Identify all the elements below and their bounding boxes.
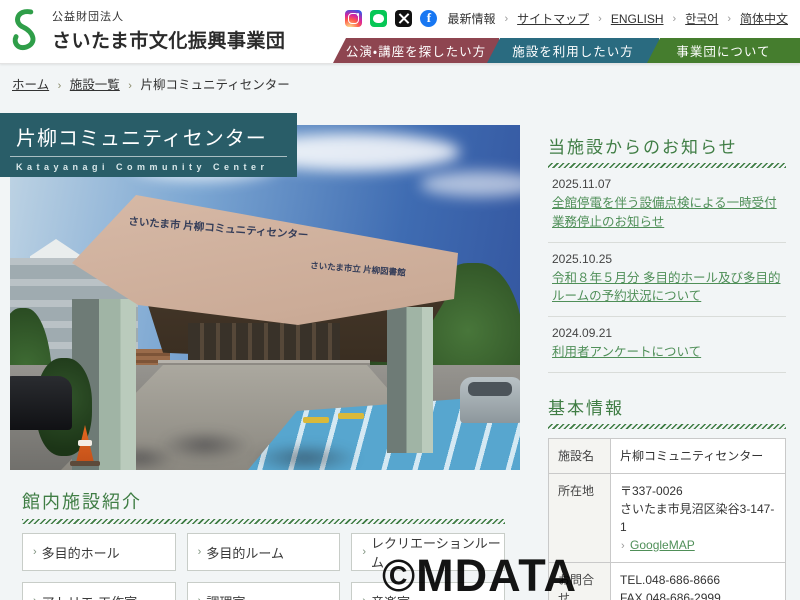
photo-pillar <box>387 307 433 453</box>
main-nav: 公演・講座を探したい方 施設を利用したい方 事業団について <box>0 38 800 63</box>
chevron-icon: › <box>362 595 366 600</box>
news-date: 2024.09.21 <box>552 326 786 340</box>
facility-label: アトリエ・工作室 <box>42 592 137 600</box>
watermark: ©MDATA <box>382 550 577 600</box>
link-korean[interactable]: 한국어 <box>685 10 718 27</box>
news-date: 2025.10.25 <box>552 252 786 266</box>
table-row: 所在地 〒337-0026 さいたま市見沼区染谷3-147-1 › Google… <box>549 473 786 563</box>
chevron-icon: › <box>198 546 202 558</box>
info-value: 片柳コミュニティセンター <box>611 438 786 473</box>
google-map-link[interactable]: GoogleMAP <box>630 538 695 552</box>
facebook-icon[interactable]: f <box>420 10 437 27</box>
news-link[interactable]: 利用者アンケートについて <box>552 343 786 362</box>
page-title: 片柳コミュニティセンター <box>0 113 297 156</box>
facility-link-cooking-room[interactable]: › 調理室 <box>187 582 341 600</box>
facility-link-atelier[interactable]: › アトリエ・工作室 <box>22 582 176 600</box>
photo-wheel-stop <box>338 413 364 419</box>
phone-number: TEL.048-686-8666 <box>620 571 776 589</box>
photo-entrance-doors <box>188 323 340 363</box>
facility-label: 調理室 <box>206 592 245 600</box>
instagram-icon[interactable] <box>345 10 362 27</box>
photo-car <box>10 376 72 430</box>
news-heading: 当施設からのお知らせ <box>548 133 786 158</box>
table-row: 施設名 片柳コミュニティセンター <box>549 438 786 473</box>
chevron-icon: › <box>621 540 625 552</box>
news-item: 2024.09.21 利用者アンケートについて <box>548 317 786 373</box>
link-chinese[interactable]: 简体中文 <box>740 10 788 27</box>
section-divider <box>548 424 786 429</box>
site-header: 公益財団法人 さいたま市文化振興事業団 f 最新情報 › サイトマップ › EN… <box>0 0 800 64</box>
basic-info-table: 施設名 片柳コミュニティセンター 所在地 〒337-0026 さいたま市見沼区染… <box>548 438 786 600</box>
nav-tab-facilities[interactable]: 施設を利用したい方 <box>487 38 659 63</box>
info-label: 施設名 <box>549 438 611 473</box>
sidebar: 当施設からのお知らせ 2025.11.07 全館停電を伴う設備点検による一時受付… <box>548 133 786 600</box>
link-latest-news[interactable]: 最新情報 <box>447 10 495 27</box>
news-item: 2025.11.07 全館停電を伴う設備点検による一時受付業務停止のお知らせ <box>548 168 786 243</box>
facility-link-multipurpose-room[interactable]: › 多目的ルーム <box>187 533 341 571</box>
photo-traffic-cone-band <box>78 440 92 446</box>
breadcrumb-facility-list[interactable]: 施設一覧 <box>70 78 120 92</box>
breadcrumb: ホーム › 施設一覧 › 片柳コミュニティセンター <box>12 74 290 93</box>
chevron-icon: › <box>33 546 37 558</box>
x-twitter-icon[interactable] <box>395 10 412 27</box>
chevron-icon: › <box>362 546 366 558</box>
chevron-separator-icon: › <box>673 13 677 25</box>
chevron-icon: › <box>198 595 202 600</box>
nav-tab-about[interactable]: 事業団について <box>647 38 800 63</box>
photo-wheel-stop <box>303 417 329 423</box>
page-title-english: Katayanagi Community Center <box>0 157 297 172</box>
line-icon[interactable] <box>370 10 387 27</box>
photo-traffic-cone-base <box>70 461 100 466</box>
news-date: 2025.11.07 <box>552 177 786 191</box>
info-value: 〒337-0026 さいたま市見沼区染谷3-147-1 › GoogleMAP <box>611 473 786 563</box>
chevron-separator-icon: › <box>598 13 602 25</box>
link-sitemap[interactable]: サイトマップ <box>517 10 589 27</box>
facilities-heading: 館内施設紹介 <box>22 488 505 514</box>
link-english[interactable]: ENGLISH <box>611 12 664 26</box>
org-type-label: 公益財団法人 <box>52 8 285 24</box>
chevron-separator-icon: › <box>727 13 731 25</box>
facility-label: 多目的ホール <box>42 543 120 562</box>
facility-label: 多目的ルーム <box>206 543 284 562</box>
table-row: お問合せ TEL.048-686-8666 FAX.048-686-2999 ›… <box>549 563 786 600</box>
breadcrumb-home[interactable]: ホーム <box>12 78 49 92</box>
news-item: 2025.10.25 令和８年５月分 多目的ホール及び多目的ルームの予約状況につ… <box>548 243 786 318</box>
info-value: TEL.048-686-8666 FAX.048-686-2999 › お問合せ… <box>611 563 786 600</box>
nav-tab-performances[interactable]: 公演・講座を探したい方 <box>333 38 499 63</box>
facility-link-multipurpose-hall[interactable]: › 多目的ホール <box>22 533 176 571</box>
chevron-icon: › <box>33 595 37 600</box>
fax-number: FAX.048-686-2999 <box>620 589 776 600</box>
news-link[interactable]: 令和８年５月分 多目的ホール及び多目的ルームの予約状況について <box>552 269 786 307</box>
photo-shadow <box>250 443 360 470</box>
page-title-banner: 片柳コミュニティセンター Katayanagi Community Center <box>0 113 297 177</box>
chevron-separator-icon: › <box>128 80 132 92</box>
photo-car <box>460 377 520 423</box>
postal-code: 〒337-0026 <box>620 482 776 500</box>
address-line: さいたま市見沼区染谷3-147-1 <box>620 500 776 536</box>
chevron-separator-icon: › <box>58 80 62 92</box>
basic-info-heading: 基本情報 <box>548 394 786 419</box>
section-divider <box>22 519 505 524</box>
utility-nav: f 最新情報 › サイトマップ › ENGLISH › 한국어 › 简体中文 <box>345 10 788 27</box>
chevron-separator-icon: › <box>504 13 508 25</box>
breadcrumb-current: 片柳コミュニティセンター <box>140 78 289 92</box>
news-link[interactable]: 全館停電を伴う設備点検による一時受付業務停止のお知らせ <box>552 194 786 232</box>
